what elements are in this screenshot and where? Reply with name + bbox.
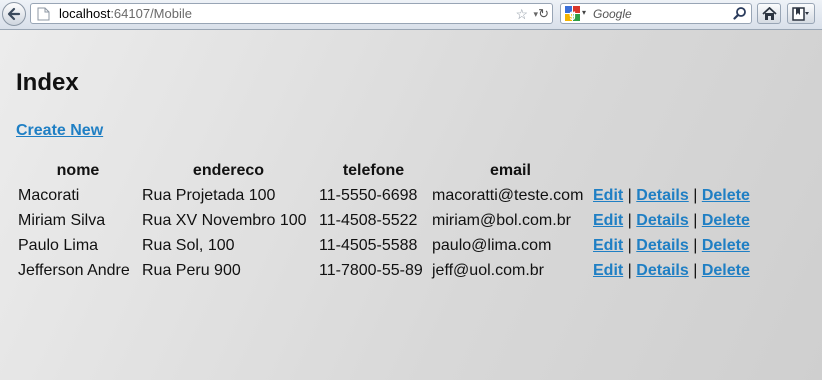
back-arrow-icon <box>7 7 21 21</box>
cell-telefone: 11-7800-55-89 <box>319 261 423 279</box>
cell-telefone: 11-4505-5588 <box>319 236 418 254</box>
page-content: Index Create New nome endereco telefone … <box>0 30 822 380</box>
details-link[interactable]: Details <box>636 187 688 204</box>
delete-link[interactable]: Delete <box>702 237 750 254</box>
cell-nome: Miriam Silva <box>18 211 106 229</box>
cell-nome: Jefferson Andre <box>18 261 130 279</box>
table-row: Miriam Silva Rua XV Novembro 100 11-4508… <box>17 208 751 233</box>
cell-telefone: 11-4508-5522 <box>319 211 418 229</box>
engine-dropdown-icon[interactable]: ▾ <box>582 8 586 17</box>
cell-nome: Macorati <box>18 186 80 204</box>
details-link[interactable]: Details <box>636 262 688 279</box>
details-link[interactable]: Details <box>636 212 688 229</box>
cell-actions: Edit | Details | Delete <box>592 233 751 258</box>
separator: | <box>627 236 632 254</box>
separator: | <box>627 261 632 279</box>
back-button[interactable] <box>2 2 26 26</box>
search-icon[interactable] <box>733 6 747 20</box>
delete-link[interactable]: Delete <box>702 187 750 204</box>
cell-email: paulo@lima.com <box>432 236 552 254</box>
bookmarks-button[interactable] <box>787 3 815 24</box>
header-actions <box>592 158 751 183</box>
create-new-link[interactable]: Create New <box>16 121 103 141</box>
cell-actions: Edit | Details | Delete <box>592 258 751 283</box>
url-host: localhost <box>59 6 111 21</box>
separator: | <box>627 211 632 229</box>
table-row: Jefferson Andre Rua Peru 900 11-7800-55-… <box>17 258 751 283</box>
home-button[interactable] <box>757 3 781 24</box>
separator: | <box>627 186 632 204</box>
cell-actions: Edit | Details | Delete <box>592 208 751 233</box>
header-nome: nome <box>56 161 100 179</box>
separator: | <box>693 186 698 204</box>
bookmark-star-icon[interactable]: ☆ <box>515 6 528 22</box>
table-row: Macorati Rua Projetada 100 11-5550-6698 … <box>17 183 751 208</box>
details-link[interactable]: Details <box>636 237 688 254</box>
home-icon <box>762 7 777 20</box>
header-endereco: endereco <box>192 161 265 179</box>
delete-link[interactable]: Delete <box>702 212 750 229</box>
browser-toolbar: localhost:64107/Mobile ☆ ▾ ↻ g ▾ <box>0 0 822 30</box>
search-bar: g ▾ <box>560 3 752 24</box>
cell-telefone: 11-5550-6698 <box>319 186 418 204</box>
reload-icon[interactable]: ↻ <box>538 5 549 22</box>
bookmarks-menu-icon <box>792 7 809 21</box>
svg-text:g: g <box>569 9 576 21</box>
cell-email: macoratti@teste.com <box>432 186 584 204</box>
edit-link[interactable]: Edit <box>593 262 623 279</box>
cell-email: miriam@bol.com.br <box>432 211 571 229</box>
cell-endereco: Rua Projetada 100 <box>142 186 276 204</box>
cell-endereco: Rua XV Novembro 100 <box>142 211 307 229</box>
delete-link[interactable]: Delete <box>702 262 750 279</box>
cell-nome: Paulo Lima <box>18 236 99 254</box>
google-logo-icon[interactable]: g <box>565 6 580 21</box>
table-row: Paulo Lima Rua Sol, 100 11-4505-5588 pau… <box>17 233 751 258</box>
separator: | <box>693 211 698 229</box>
header-telefone: telefone <box>342 161 405 179</box>
header-email: email <box>490 161 531 179</box>
cell-email: jeff@uol.com.br <box>432 261 544 279</box>
separator: | <box>693 261 698 279</box>
url-path: :64107/Mobile <box>110 6 192 21</box>
cell-endereco: Rua Sol, 100 <box>142 236 235 254</box>
edit-link[interactable]: Edit <box>593 237 623 254</box>
cell-actions: Edit | Details | Delete <box>592 183 751 208</box>
page-title: Index <box>16 69 79 96</box>
page-icon <box>37 7 50 21</box>
table-header-row: nome endereco telefone email <box>17 158 751 183</box>
address-bar[interactable]: localhost:64107/Mobile ☆ ▾ ↻ <box>30 3 553 24</box>
users-table: nome endereco telefone email Macorati Ru… <box>15 158 753 283</box>
separator: | <box>693 236 698 254</box>
search-input[interactable] <box>593 6 723 21</box>
cell-endereco: Rua Peru 900 <box>142 261 241 279</box>
edit-link[interactable]: Edit <box>593 212 623 229</box>
edit-link[interactable]: Edit <box>593 187 623 204</box>
url-text: localhost:64107/Mobile <box>59 6 192 22</box>
